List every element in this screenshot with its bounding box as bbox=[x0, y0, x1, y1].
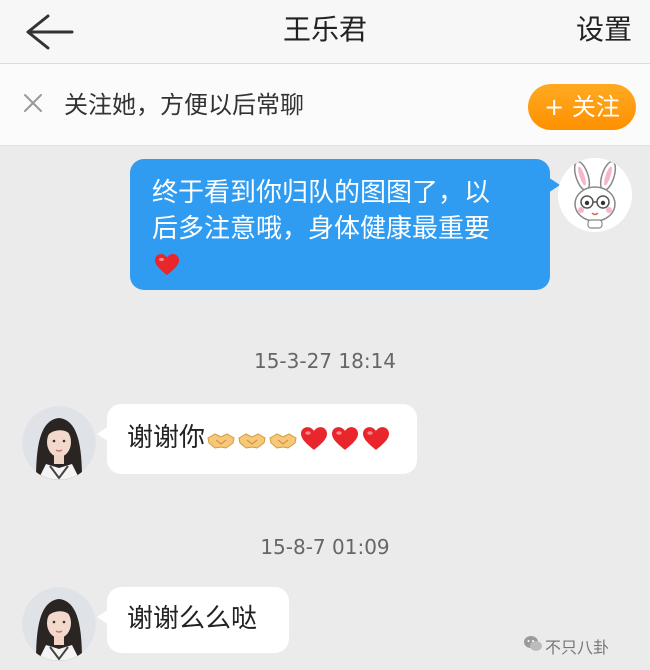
follow-banner: 关注她，方便以后常聊 + 关注 bbox=[0, 64, 650, 146]
woman-portrait-icon bbox=[22, 587, 96, 661]
follow-button[interactable]: + 关注 bbox=[528, 84, 636, 130]
avatar-contact[interactable] bbox=[22, 587, 96, 661]
close-icon[interactable] bbox=[22, 92, 44, 114]
bunny-avatar-icon bbox=[558, 158, 632, 232]
page-title: 王乐君 bbox=[282, 13, 367, 46]
red-heart-emoji-icon bbox=[332, 427, 359, 450]
red-heart-emoji-icon bbox=[301, 427, 328, 450]
message-bubble-outgoing[interactable]: 终于看到你归队的图图了，以 后多注意哦，身体健康最重要 bbox=[130, 159, 560, 290]
message-line: 后多注意哦，身体健康最重要 bbox=[152, 214, 491, 244]
message-text: 谢谢么么哒 bbox=[127, 604, 258, 634]
settings-button[interactable]: 设置 bbox=[576, 10, 632, 50]
message-text: 谢谢你 bbox=[127, 423, 206, 453]
top-bar: 王乐君 设置 bbox=[0, 0, 650, 64]
timestamp: 15-3-27 18:14 bbox=[253, 349, 397, 373]
wechat-icon bbox=[524, 636, 542, 651]
handshake-emoji-icon bbox=[207, 433, 235, 449]
watermark-text: 不只八卦 bbox=[545, 638, 610, 657]
message-line: 终于看到你归队的图图了，以 bbox=[152, 178, 491, 208]
red-heart-emoji-icon bbox=[363, 427, 390, 450]
handshake-emoji-icon bbox=[269, 433, 297, 449]
message-bubble-incoming[interactable]: 谢谢你 bbox=[97, 404, 417, 474]
chat-area: 终于看到你归队的图图了，以 后多注意哦，身体健康最重要 15-3-27 18:1… bbox=[0, 146, 650, 670]
message-bubble-incoming[interactable]: 谢谢么么哒 bbox=[97, 587, 289, 653]
follow-prompt: 关注她，方便以后常聊 bbox=[64, 91, 304, 119]
timestamp: 15-8-7 01:09 bbox=[260, 535, 390, 559]
red-heart-emoji-icon bbox=[155, 254, 179, 275]
handshake-emoji-icon bbox=[238, 433, 266, 449]
avatar-contact[interactable] bbox=[22, 406, 96, 480]
woman-portrait-icon bbox=[22, 406, 96, 480]
avatar-me[interactable] bbox=[558, 158, 632, 232]
